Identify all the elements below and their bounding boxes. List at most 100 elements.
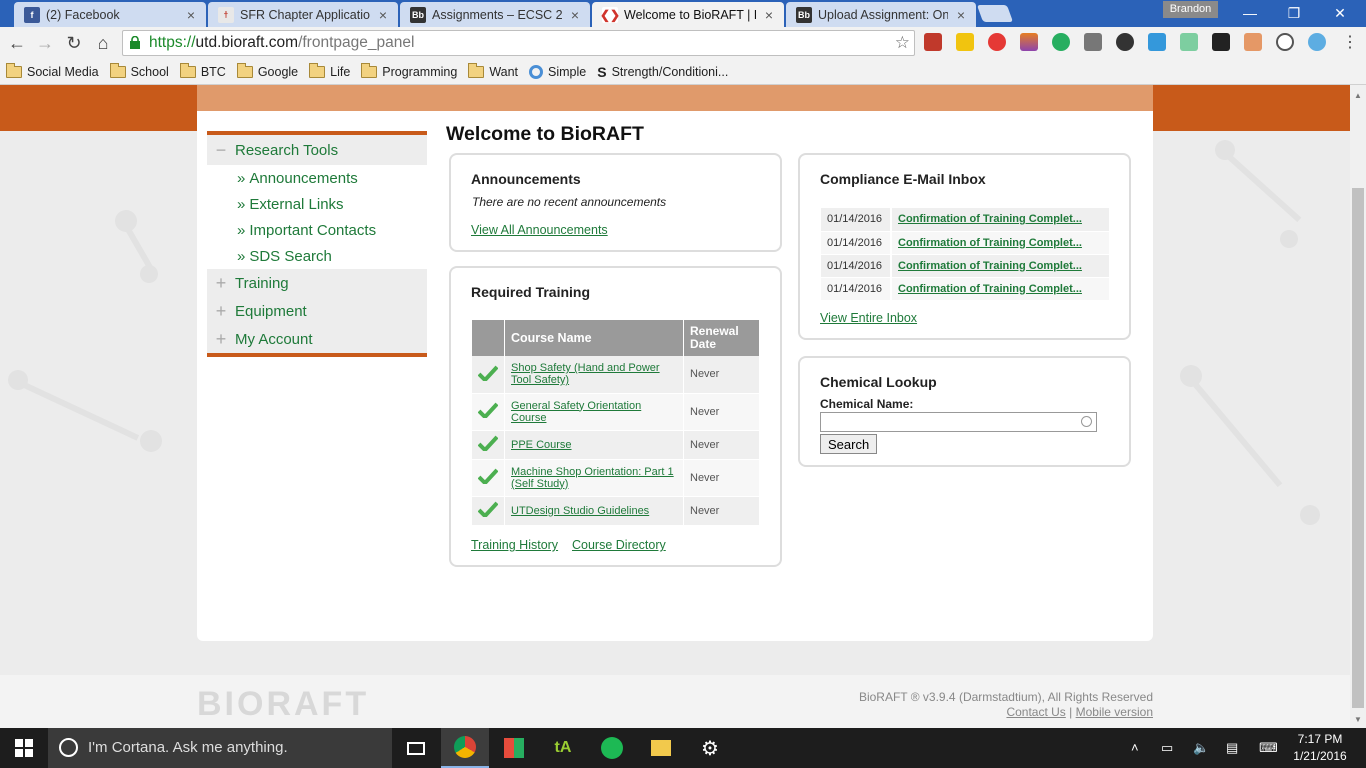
- extension-icon[interactable]: [1244, 33, 1262, 51]
- volume-icon[interactable]: 🔈: [1193, 728, 1209, 768]
- keyboard-icon[interactable]: ⌨: [1259, 728, 1278, 768]
- sidebar-item-research-tools[interactable]: − Research Tools: [207, 135, 427, 165]
- settings-gear-icon[interactable]: ⚙: [686, 728, 734, 768]
- bookmark-folder[interactable]: Programming: [361, 62, 458, 79]
- tab-title: (2) Facebook: [46, 7, 120, 22]
- spotify-icon[interactable]: [588, 728, 636, 768]
- bookmark-folder[interactable]: BTC: [179, 62, 226, 79]
- close-tab-icon[interactable]: ×: [762, 7, 776, 23]
- contact-us-link[interactable]: Contact Us: [1006, 705, 1065, 719]
- bookmark-folder[interactable]: Life: [309, 62, 350, 79]
- bookmark-link[interactable]: Simple: [529, 64, 586, 79]
- close-tab-icon[interactable]: ×: [568, 7, 582, 23]
- extension-icon[interactable]: [956, 33, 974, 51]
- cortana-search-box[interactable]: I'm Cortana. Ask me anything.: [48, 728, 392, 768]
- sidebar-item-training[interactable]: + Training: [207, 269, 427, 297]
- chevron-up-icon[interactable]: ˄: [1131, 728, 1139, 768]
- course-directory-link[interactable]: Course Directory: [572, 538, 666, 552]
- minimize-icon[interactable]: —: [1230, 2, 1270, 24]
- email-subject-link[interactable]: Confirmation of Training Complet...: [898, 283, 1082, 295]
- back-icon[interactable]: ←: [5, 31, 29, 55]
- adblock-icon[interactable]: [988, 33, 1006, 51]
- view-inbox-link[interactable]: View Entire Inbox: [820, 311, 917, 325]
- course-link[interactable]: Shop Safety (Hand and Power Tool Safety): [511, 362, 660, 386]
- course-link[interactable]: General Safety Orientation Course: [511, 400, 641, 424]
- sidebar-item-equipment[interactable]: + Equipment: [207, 297, 427, 325]
- camtasia-icon[interactable]: tA: [539, 728, 587, 768]
- extension-icon[interactable]: [1308, 33, 1326, 51]
- course-link[interactable]: Machine Shop Orientation: Part 1 (Self S…: [511, 466, 674, 490]
- tab-bioraft[interactable]: ❮❯ Welcome to BioRAFT | Bio ×: [592, 2, 784, 27]
- course-link[interactable]: PPE Course: [511, 439, 572, 451]
- close-tab-icon[interactable]: ×: [184, 7, 198, 23]
- file-explorer-icon[interactable]: [637, 728, 685, 768]
- restore-icon[interactable]: ❐: [1274, 2, 1314, 24]
- office-icon[interactable]: [490, 728, 538, 768]
- table-row[interactable]: 01/14/2016 Confirmation of Training Compl…: [821, 208, 1109, 232]
- address-bar[interactable]: https://utd.bioraft.com/frontpage_panel …: [122, 30, 915, 56]
- chemical-name-input[interactable]: [820, 412, 1097, 432]
- bookmark-folder[interactable]: Social Media: [6, 62, 99, 79]
- home-icon[interactable]: ⌂: [91, 31, 115, 55]
- bookmark-link[interactable]: S Strength/Conditioni...: [597, 64, 728, 80]
- sidebar-item-external-links[interactable]: » External Links: [207, 191, 427, 217]
- action-center-icon[interactable]: ▤: [1226, 728, 1238, 768]
- scroll-up-icon[interactable]: ▲: [1354, 91, 1362, 100]
- extension-icon[interactable]: [924, 33, 942, 51]
- scrollbar-thumb[interactable]: [1352, 188, 1364, 708]
- menu-icon[interactable]: ⋮: [1338, 31, 1362, 55]
- gear-icon[interactable]: [1116, 33, 1134, 51]
- new-tab-button[interactable]: [976, 5, 1014, 22]
- email-subject-link[interactable]: Confirmation of Training Complet...: [898, 260, 1082, 272]
- expand-icon: +: [215, 328, 227, 349]
- bookmark-folder[interactable]: School: [109, 62, 169, 79]
- email-subject-link[interactable]: Confirmation of Training Complet...: [898, 213, 1082, 225]
- sidebar-item-sds-search[interactable]: » SDS Search: [207, 243, 427, 269]
- chrome-icon[interactable]: [441, 728, 489, 768]
- task-view-icon[interactable]: [392, 728, 440, 768]
- tab-sfr[interactable]: ϯ SFR Chapter Application ×: [208, 2, 398, 27]
- reload-icon[interactable]: ↻: [62, 31, 86, 55]
- close-tab-icon[interactable]: ×: [376, 7, 390, 23]
- tab-facebook[interactable]: f (2) Facebook ×: [14, 2, 206, 27]
- footer-copyright: BioRAFT ® v3.9.4 (Darmstadtium), All Rig…: [858, 690, 1153, 704]
- sidebar-item-important-contacts[interactable]: » Important Contacts: [207, 217, 427, 243]
- cloud-icon[interactable]: [1276, 33, 1294, 51]
- view-all-announcements-link[interactable]: View All Announcements: [471, 223, 608, 237]
- mobile-version-link[interactable]: Mobile version: [1076, 705, 1153, 719]
- table-row[interactable]: 01/14/2016 Confirmation of Training Compl…: [821, 254, 1109, 278]
- extension-icon[interactable]: [1148, 33, 1166, 51]
- extension-icon[interactable]: [1180, 33, 1198, 51]
- bookmark-label: Programming: [382, 64, 458, 79]
- windows-start-icon[interactable]: [0, 728, 48, 768]
- blackboard-icon: Bb: [410, 6, 426, 23]
- evernote-icon[interactable]: [1052, 33, 1070, 51]
- system-clock[interactable]: 7:17 PM 1/21/2016: [1290, 731, 1350, 765]
- bookmark-star-icon[interactable]: ☆: [895, 31, 910, 55]
- profile-button[interactable]: Brandon: [1163, 1, 1218, 18]
- training-history-link[interactable]: Training History: [471, 538, 558, 552]
- tab-upload[interactable]: Bb Upload Assignment: Onlin ×: [786, 2, 976, 27]
- course-link[interactable]: UTDesign Studio Guidelines: [511, 505, 649, 517]
- extension-icon[interactable]: [1212, 33, 1230, 51]
- sidebar-item-label: Equipment: [235, 302, 307, 320]
- scroll-down-icon[interactable]: ▼: [1354, 715, 1362, 724]
- sidebar-item-announcements[interactable]: » Announcements: [207, 165, 427, 191]
- forward-icon[interactable]: →: [33, 31, 57, 55]
- tab-assignments[interactable]: Bb Assignments – ECSC 2100. ×: [400, 2, 590, 27]
- table-row[interactable]: 01/14/2016 Confirmation of Training Compl…: [821, 277, 1109, 301]
- extension-icon[interactable]: [1084, 33, 1102, 51]
- email-subject-link[interactable]: Confirmation of Training Complet...: [898, 237, 1082, 249]
- bookmark-folder[interactable]: Want: [468, 62, 518, 79]
- close-tab-icon[interactable]: ×: [954, 7, 968, 23]
- sidebar-item-my-account[interactable]: + My Account: [207, 325, 427, 353]
- bookmark-label: School: [130, 64, 169, 79]
- page-scrollbar[interactable]: ▲ ▼: [1350, 85, 1366, 728]
- bookmark-folder[interactable]: Google: [236, 62, 298, 79]
- close-window-icon[interactable]: ✕: [1320, 2, 1360, 24]
- extension-icon[interactable]: [1020, 33, 1038, 51]
- network-icon[interactable]: ▭: [1161, 728, 1173, 768]
- sidebar-submenu: » Announcements » External Links » Importan…: [207, 165, 427, 269]
- search-button[interactable]: Search: [820, 434, 878, 454]
- table-row[interactable]: 01/14/2016 Confirmation of Training Compl…: [821, 231, 1109, 255]
